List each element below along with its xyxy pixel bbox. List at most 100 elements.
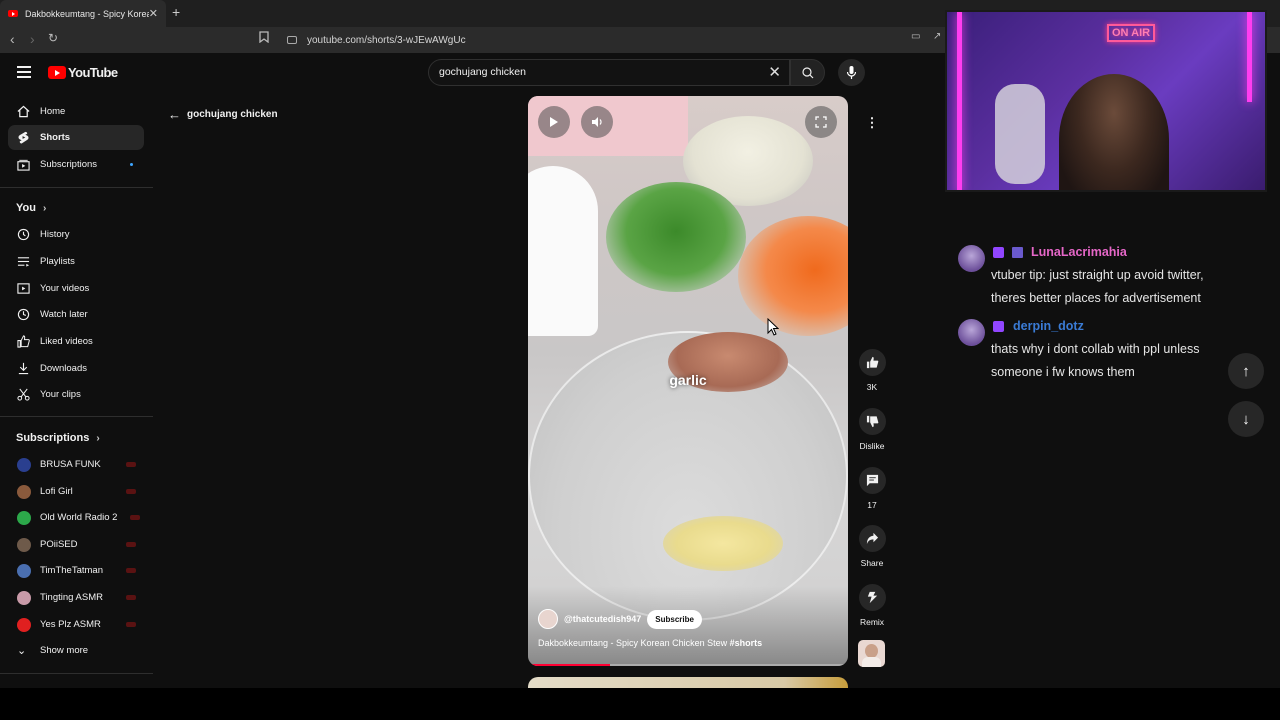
green-beans-bowl-image [606,182,746,292]
channel-avatar [17,617,31,632]
sidebar-subscription-item[interactable]: BRUSA FUNK [8,452,144,477]
new-tab-icon[interactable]: + [172,4,180,20]
microphone-icon [847,66,856,79]
share-button[interactable]: Share [852,525,892,568]
comment-count: 17 [867,500,877,510]
sidebar-item-watch-later[interactable]: Watch later [8,302,144,327]
channel-row: @thatcutedish947 Subscribe [538,609,702,629]
your-videos-icon [8,282,40,295]
youtube-logo[interactable]: YouTube [48,65,118,80]
scroll-up-button[interactable]: ↑ [1228,353,1264,389]
live-indicator-icon [126,568,136,573]
video-title[interactable]: Dakbokkeumtang - Spicy Korean Chicken St… [538,638,762,648]
sidebar-item-shorts[interactable]: Shorts [8,125,144,150]
cast-icon[interactable]: ▭ [911,31,920,42]
remix-label: Remix [859,617,885,627]
search-box[interactable]: ✕ [428,59,790,86]
sidebar-subscription-item[interactable]: Yes Plz ASMR [8,612,144,637]
remix-icon [858,584,886,611]
menu-icon[interactable] [17,66,31,81]
sound-thumbnail[interactable] [858,640,885,667]
arrow-left-icon: ← [168,107,181,122]
channel-avatar[interactable] [538,609,558,629]
dislike-button[interactable]: Dislike [852,408,892,451]
search-input[interactable] [439,66,739,78]
more-options-icon[interactable]: ⋮ [859,110,885,136]
shorts-back-button[interactable]: ← gochujang chicken [168,107,278,122]
sidebar-item-home[interactable]: Home [8,99,144,124]
reload-icon[interactable]: ↻ [48,31,58,45]
forward-icon[interactable]: › [30,31,35,47]
carrot-bowl-image [738,216,848,336]
back-icon[interactable]: ‹ [10,31,15,47]
site-info-icon[interactable] [287,36,297,44]
chat-avatar [958,245,985,272]
channel-avatar [17,484,31,499]
sidebar-item-liked-videos[interactable]: Liked videos [8,329,144,354]
voice-search-button[interactable] [838,59,865,86]
url-field[interactable]: youtube.com/shorts/3-wJEwAWgUc [278,30,938,50]
subscribe-button[interactable]: Subscribe [647,609,702,629]
channel-avatar [17,457,31,472]
browser-tab[interactable]: Dakbokkeumtang - Spicy Korean ✕ [0,0,166,27]
sidebar-item-label: Subscriptions [40,159,98,170]
bookmark-icon[interactable] [259,31,269,46]
like-count: 3K [866,382,878,392]
chat-text: thats why i dont collab with ppl unless … [991,342,1200,379]
sidebar-subscription-item[interactable]: Old World Radio 2 [8,505,144,530]
streamer-webcam: ON AIR [945,10,1267,192]
shorts-video-player[interactable]: garlic @thatcutedish947 Subscribe Dakbok… [528,96,848,666]
twitch-badge-icon [993,320,1004,332]
sidebar-item-label: Home [40,106,66,117]
play-button[interactable] [538,106,570,138]
video-progress-fill [532,664,610,666]
volume-button[interactable] [581,106,613,138]
sidebar-item-subscriptions[interactable]: Subscriptions [8,152,144,177]
channel-avatar [17,537,31,552]
chat-text: vtuber tip: just straight up avoid twitt… [991,268,1204,305]
live-indicator-icon [126,489,136,494]
hashtag-link[interactable]: #shorts [730,638,763,648]
sidebar-subscription-item[interactable]: Tingting ASMR [8,585,144,610]
neon-light [957,12,962,190]
sidebar-divider [0,187,153,188]
sidebar-subscription-item[interactable]: Lofi Girl [8,479,144,504]
clear-search-icon[interactable]: ✕ [768,63,781,81]
sidebar-item-history[interactable]: History [8,222,144,247]
sidebar-subscriptions-header[interactable]: Subscriptions › [16,432,100,444]
youtube-logo-icon [48,66,66,79]
close-tab-icon[interactable]: ✕ [149,7,158,20]
scissors-icon [8,388,40,401]
live-indicator-icon [126,462,136,467]
scroll-down-button[interactable]: ↓ [1228,401,1264,437]
chevron-right-icon: › [42,202,47,214]
sidebar-item-your-clips[interactable]: Your clips [8,382,144,407]
comments-button[interactable]: 17 [852,467,892,510]
fullscreen-icon [815,116,827,128]
like-button[interactable]: 3K [852,349,892,392]
minced-garlic-image [663,516,783,571]
chevron-right-icon: › [96,432,100,444]
sidebar-subscription-item[interactable]: TimTheTatman [8,558,144,583]
streamer-image [1059,74,1169,190]
search-icon [802,67,814,79]
share-page-icon[interactable]: ↗ [933,31,941,42]
search-button[interactable] [790,59,825,86]
sidebar-you-header[interactable]: You › [16,202,46,214]
sidebar-divider [0,416,153,417]
sidebar-item-downloads[interactable]: Downloads [8,356,144,381]
fullscreen-button[interactable] [805,106,837,138]
sidebar-item-your-videos[interactable]: Your videos [8,276,144,301]
sidebar-item-playlists[interactable]: Playlists [8,249,144,274]
video-progress-bar[interactable] [532,664,844,666]
chat-username: LunaLacrimahia [1031,245,1127,259]
sidebar-show-more[interactable]: ⌄ Show more [8,638,144,663]
remix-button[interactable]: Remix [852,584,892,627]
share-icon [858,525,886,552]
sidebar-subscription-item[interactable]: POiiSED [8,532,144,557]
download-icon [8,362,40,375]
mouse-cursor-icon [767,318,779,336]
thumbs-up-icon [858,349,886,376]
cat-figurine-image [528,166,598,336]
channel-handle[interactable]: @thatcutedish947 [564,614,641,624]
